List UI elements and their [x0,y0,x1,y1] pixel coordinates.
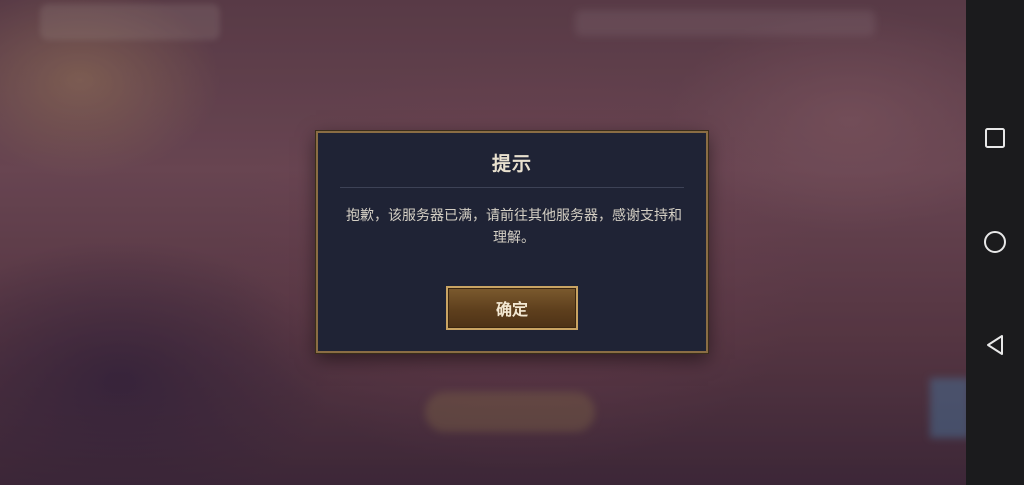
dialog-title: 提示 [491,153,532,175]
blurred-side-card [930,378,970,438]
android-nav-bar [966,0,1024,485]
dialog-message: 抱歉，该服务器已满，请前往其他服务器，感谢支持和理解。 [346,208,682,246]
confirm-button[interactable]: 确定 [446,286,578,330]
notice-dialog: 提示 抱歉，该服务器已满，请前往其他服务器，感谢支持和理解。 确定 [316,131,708,353]
back-button[interactable] [966,320,1024,370]
triangle-back-icon [987,335,1003,355]
square-recent-apps-icon [985,128,1005,148]
blurred-game-logo [40,4,220,40]
home-button[interactable] [966,217,1024,267]
blurred-top-info [575,10,875,36]
recent-apps-button[interactable] [966,113,1024,163]
circle-home-icon [984,231,1006,253]
dialog-divider [340,187,684,188]
blurred-start-button [425,392,595,432]
game-screen: 提示 抱歉，该服务器已满，请前往其他服务器，感谢支持和理解。 确定 [0,0,1024,485]
